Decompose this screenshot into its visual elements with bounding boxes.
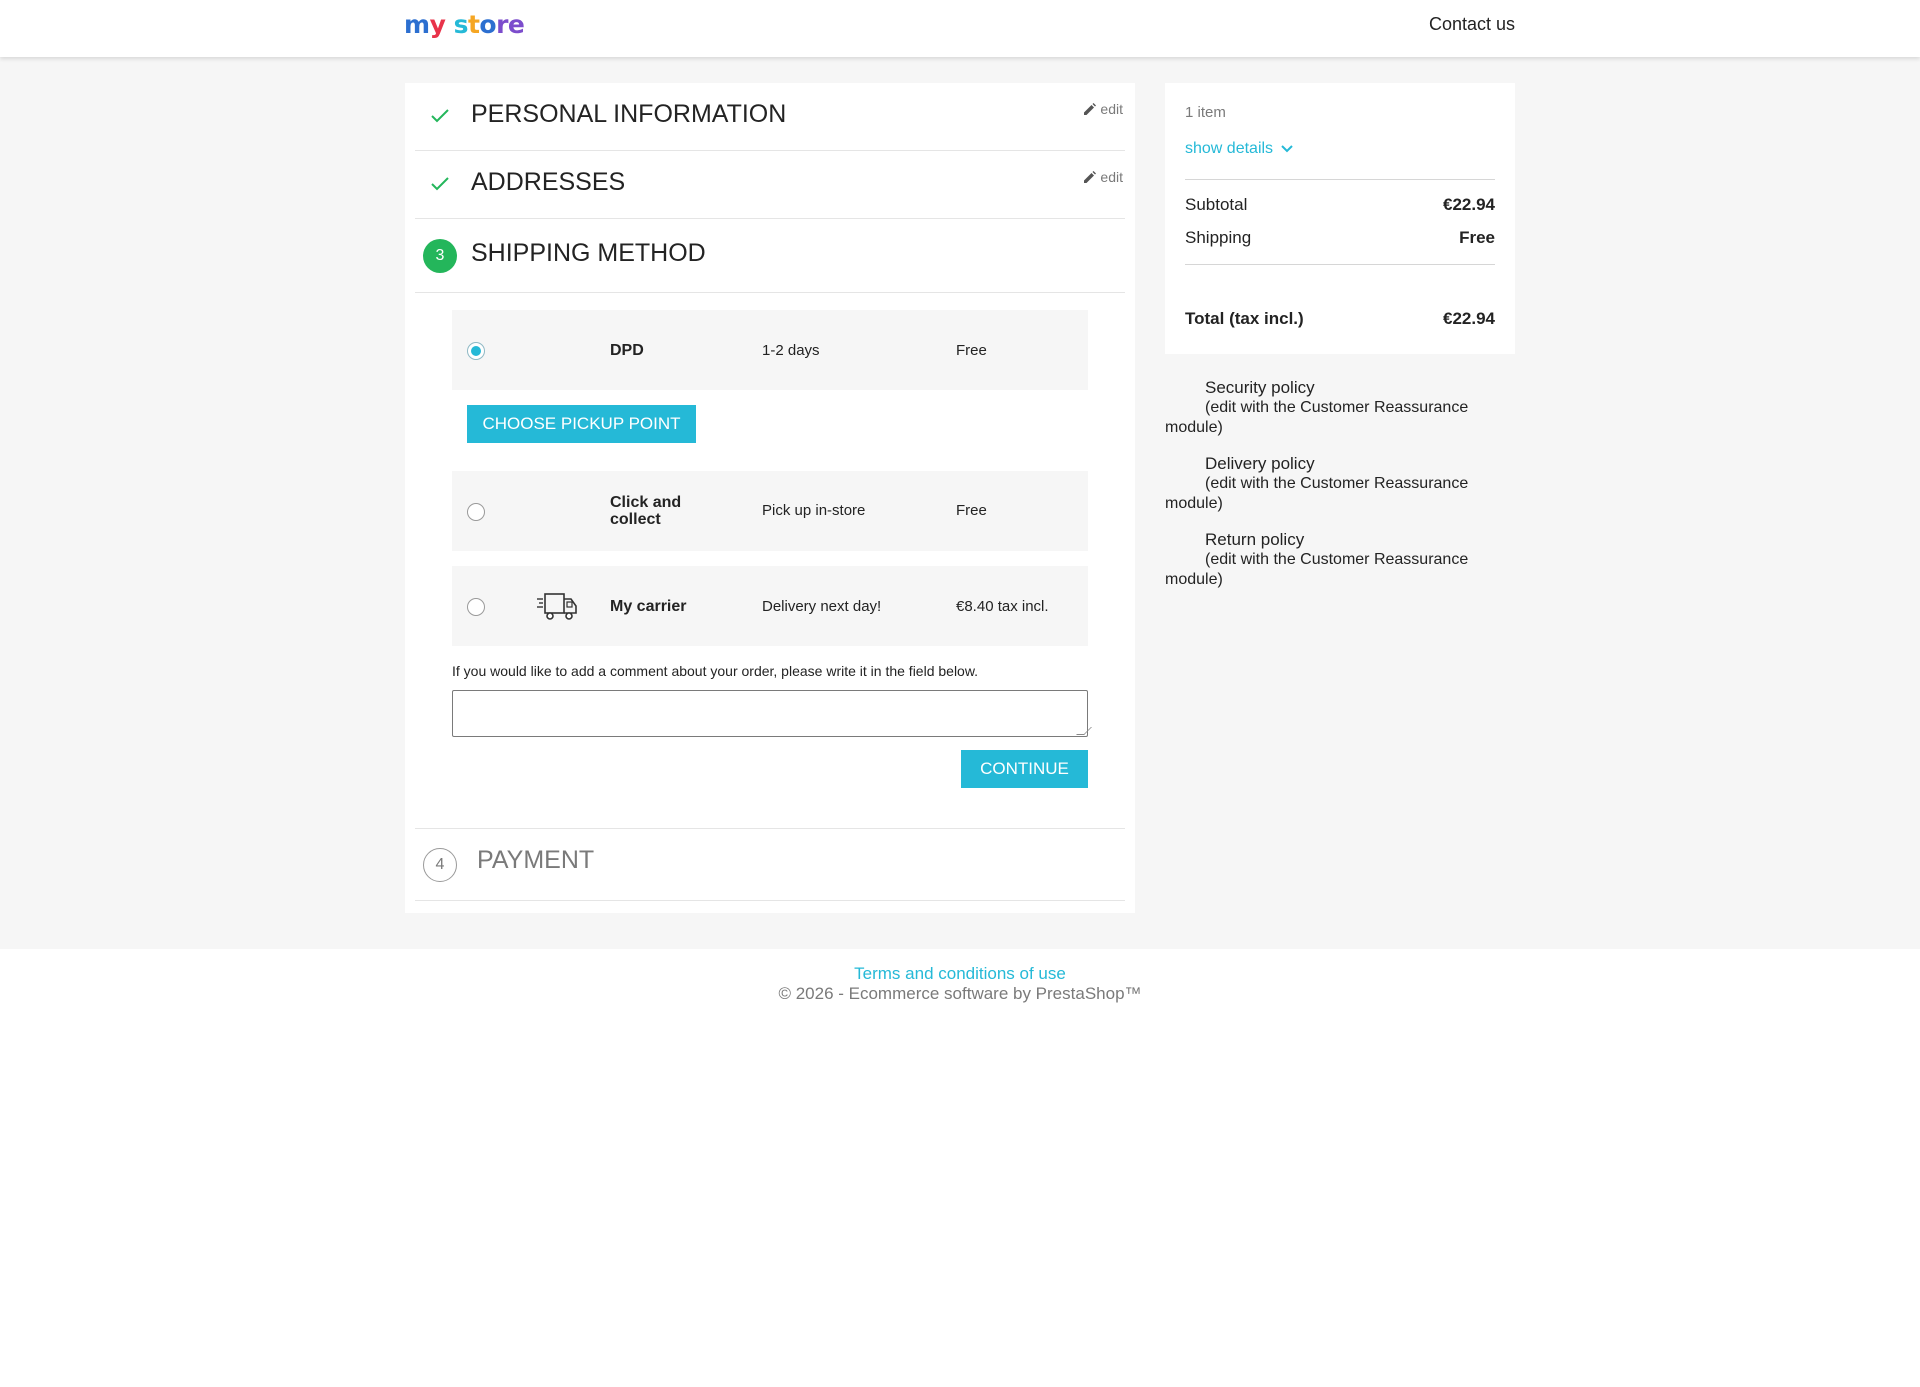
carrier-option-click-and-collect[interactable]: Click and collect Pick up in-store Free <box>452 471 1088 551</box>
reassurance-return: Return policy (edit with the Customer Re… <box>1165 530 1469 588</box>
pencil-icon <box>1084 102 1097 115</box>
step-shipping-method: 3 SHIPPING METHOD <box>415 219 1125 293</box>
step-number-badge: 4 <box>423 848 457 882</box>
chevron-down-icon <box>1281 145 1293 153</box>
contact-us-link[interactable]: Contact us <box>1429 14 1515 35</box>
carrier-option-dpd[interactable]: DPD 1-2 days Free <box>452 310 1088 390</box>
carrier-name: Click and collect <box>610 494 682 528</box>
choose-pickup-point-button[interactable]: CHOOSE PICKUP POINT <box>467 405 696 443</box>
carrier-radio-click-and-collect[interactable] <box>467 503 485 521</box>
checkmark-icon <box>431 177 449 191</box>
carrier-radio-my-carrier[interactable] <box>467 598 485 616</box>
carrier-price: Free <box>956 342 987 359</box>
carrier-price: €8.40 tax incl. <box>956 598 1049 615</box>
total-row: Total (tax incl.) €22.94 <box>1185 309 1495 328</box>
carrier-delay: Pick up in-store <box>762 502 866 519</box>
carrier-option-my-carrier[interactable]: My carrier Delivery next day! €8.40 tax … <box>452 566 1088 646</box>
terms-link[interactable]: Terms and conditions of use <box>0 964 1920 984</box>
site-header: my store Contact us <box>0 0 1920 57</box>
edit-addresses-link[interactable]: edit <box>1083 169 1123 185</box>
carrier-price: Free <box>956 502 987 519</box>
edit-personal-info-link[interactable]: edit <box>1083 101 1123 117</box>
carrier-name: My carrier <box>610 598 687 615</box>
cart-items-count: 1 item <box>1185 104 1226 121</box>
copyright-text: © 2026 - Ecommerce software by PrestaSho… <box>778 984 1142 1003</box>
checkmark-icon <box>431 109 449 123</box>
cart-summary: 1 item show details Subtotal €22.94 Ship… <box>1165 83 1515 354</box>
carrier-name: DPD <box>610 342 644 359</box>
step-title: PAYMENT <box>477 846 595 874</box>
store-logo[interactable]: my store <box>404 10 525 39</box>
order-comment-textarea[interactable] <box>452 690 1088 737</box>
step-title: ADDRESSES <box>471 168 626 196</box>
carrier-delay: 1-2 days <box>762 342 820 359</box>
shipping-row: Shipping Free <box>1185 228 1495 247</box>
subtotal-row: Subtotal €22.94 <box>1185 195 1495 214</box>
step-personal-information[interactable]: PERSONAL INFORMATION edit <box>415 83 1125 151</box>
reassurance-delivery: Delivery policy (edit with the Customer … <box>1165 454 1469 512</box>
summary-divider <box>1185 179 1495 180</box>
step-title: SHIPPING METHOD <box>471 239 706 267</box>
continue-button[interactable]: CONTINUE <box>961 750 1088 788</box>
reassurance-security: Security policy (edit with the Customer … <box>1165 378 1469 436</box>
step-addresses[interactable]: ADDRESSES edit <box>415 151 1125 219</box>
delivery-truck-icon <box>537 593 577 620</box>
carrier-radio-dpd[interactable] <box>467 342 485 360</box>
order-comment-label: If you would like to add a comment about… <box>452 663 979 679</box>
step-title: PERSONAL INFORMATION <box>471 100 787 128</box>
summary-divider <box>1185 264 1495 265</box>
checkout-steps: PERSONAL INFORMATION edit ADDRESSES edit… <box>405 83 1135 913</box>
pencil-icon <box>1084 170 1097 183</box>
show-details-toggle[interactable]: show details <box>1185 140 1293 158</box>
step-number-badge: 3 <box>423 239 457 273</box>
carrier-delay: Delivery next day! <box>762 598 882 615</box>
